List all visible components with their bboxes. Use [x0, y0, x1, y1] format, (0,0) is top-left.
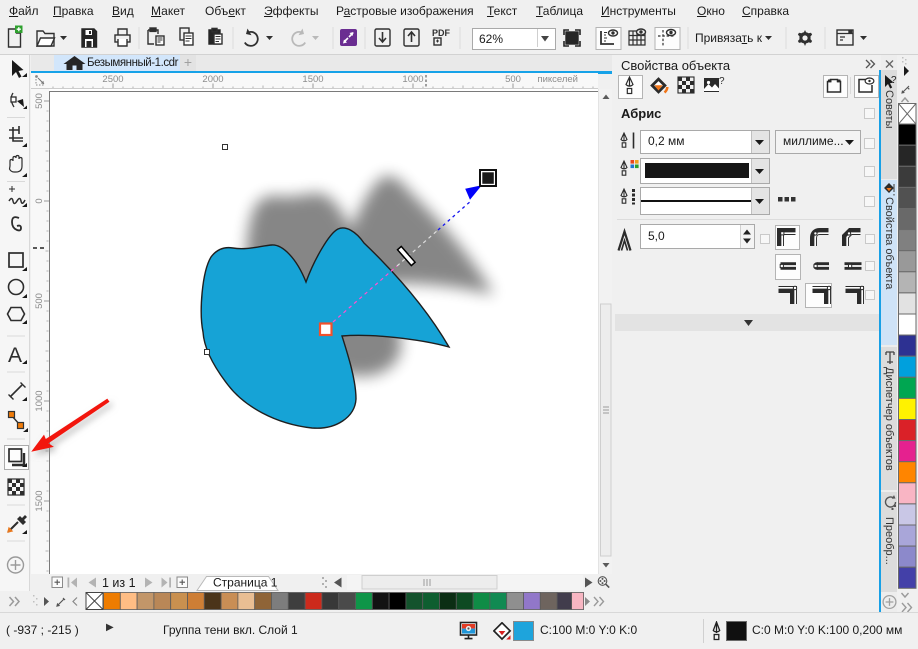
svg-text:2000: 2000	[202, 74, 223, 85]
svg-text:500: 500	[505, 74, 521, 85]
svg-text:?: ?	[719, 76, 725, 87]
svg-text:500: 500	[34, 93, 45, 109]
svg-text:1 из 1: 1 из 1	[102, 576, 136, 590]
svg-text:2500: 2500	[102, 74, 123, 85]
svg-text:1500: 1500	[34, 490, 45, 511]
svg-text:Страница 1: Страница 1	[213, 576, 278, 590]
svg-text:1000: 1000	[402, 74, 423, 85]
svg-text:пикселей: пикселей	[537, 74, 578, 85]
svg-text:1500: 1500	[302, 74, 323, 85]
svg-text:A: A	[8, 344, 22, 367]
svg-text:0: 0	[34, 198, 45, 203]
svg-text:500: 500	[34, 293, 45, 309]
svg-text:PDF: PDF	[432, 28, 451, 38]
